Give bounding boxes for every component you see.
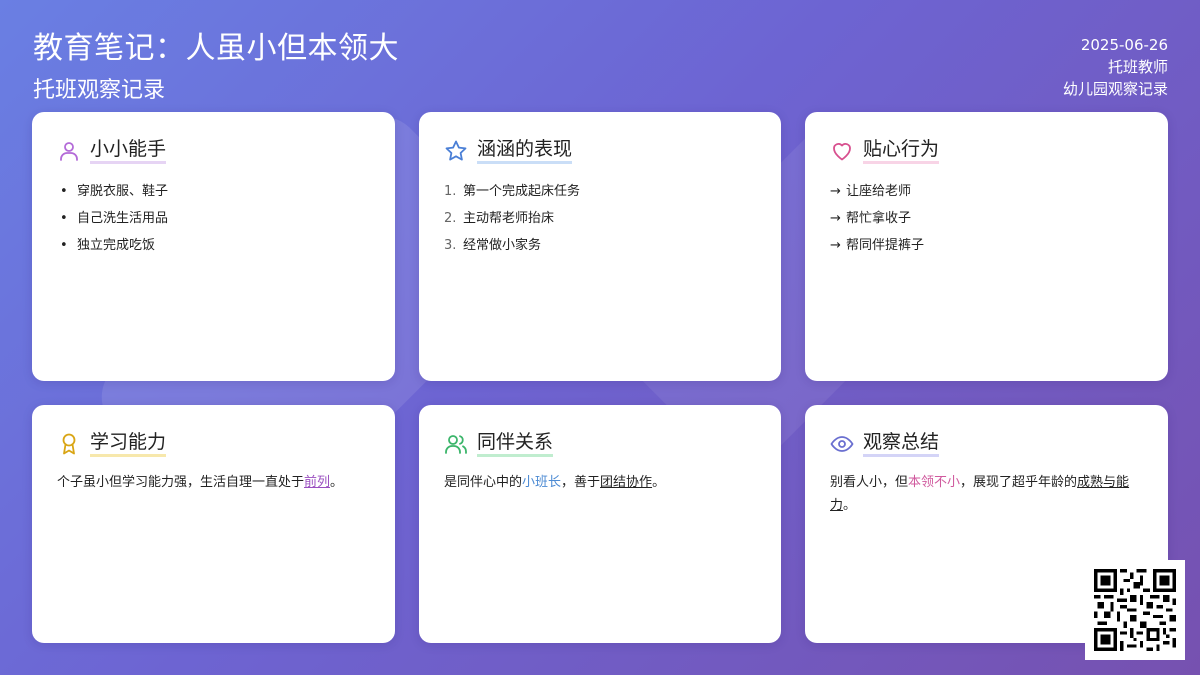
award-icon (62, 433, 76, 455)
card-title: 涵涵的表现 (477, 138, 573, 164)
eye-icon (830, 436, 854, 452)
card-body: 是同伴心中的小班长，善于团结协作。 (444, 475, 666, 490)
list-item: 2. 主动帮老师抬床 (444, 211, 555, 226)
list-item: → 帮忙拿收子 (830, 211, 912, 226)
heart-icon (833, 143, 851, 161)
qr-code-icon (1094, 569, 1176, 651)
card-body: 个子虽小但学习能力强，生活自理一直处于前列。 (57, 475, 344, 490)
list-item: 穿脱衣服、鞋子 (57, 178, 371, 205)
card-skills: 小小能手 穿脱衣服、鞋子 自己洗生活用品 独立完成吃饭 (32, 112, 395, 381)
card-caring: 贴心行为 → 让座给老师 → 帮忙拿收子 → 帮同伴提裤子 (805, 112, 1168, 381)
card-performance: 涵涵的表现 1. 第一个完成起床任务 2. 主动帮老师抬床 3. 经常做小家务 (419, 112, 781, 381)
header-meta: 2025-06-26 托班教师 幼儿园观察记录 (1063, 34, 1168, 100)
list-item: → 帮同伴提裤子 (830, 238, 925, 253)
card-learning: 学习能力 个子虽小但学习能力强，生活自理一直处于前列。 (32, 405, 395, 643)
list-item: → 让座给老师 (830, 184, 912, 199)
card-title: 小小能手 (90, 138, 167, 164)
card-body: 别看人小，但本领不小，展现了超乎年龄的成熟与能力。 (830, 475, 1130, 513)
page-subtitle: 托班观察记录 (33, 78, 166, 103)
list-item: 1. 第一个完成起床任务 (444, 184, 581, 199)
card-title: 学习能力 (90, 431, 167, 457)
user-icon (60, 142, 78, 161)
users-icon (445, 435, 467, 454)
star-icon (445, 140, 467, 161)
performance-list: 1. 第一个完成起床任务 2. 主动帮老师抬床 3. 经常做小家务 (444, 178, 757, 259)
skill-list: 穿脱衣服、鞋子 自己洗生活用品 独立完成吃饭 (57, 178, 371, 259)
list-item: 独立完成吃饭 (57, 232, 371, 259)
header: 教育笔记：人虽小但本领大 托班观察记录 (33, 30, 399, 106)
page-title: 教育笔记：人虽小但本领大 (33, 31, 399, 66)
highlight-link[interactable]: 前列 (304, 475, 330, 490)
date-label: 2025-06-26 (1080, 36, 1168, 54)
list-item: 自己洗生活用品 (57, 205, 371, 232)
list-item: 3. 经常做小家务 (444, 238, 542, 253)
qr-code (1085, 560, 1185, 660)
card-title: 贴心行为 (863, 138, 940, 164)
category-label: 幼儿园观察记录 (1062, 80, 1168, 98)
author-label: 托班教师 (1107, 58, 1168, 76)
caring-list: → 让座给老师 → 帮忙拿收子 → 帮同伴提裤子 (830, 178, 1144, 259)
card-title: 同伴关系 (477, 431, 554, 457)
card-title: 观察总结 (863, 431, 940, 457)
card-peers: 同伴关系 是同伴心中的小班长，善于团结协作。 (419, 405, 781, 643)
